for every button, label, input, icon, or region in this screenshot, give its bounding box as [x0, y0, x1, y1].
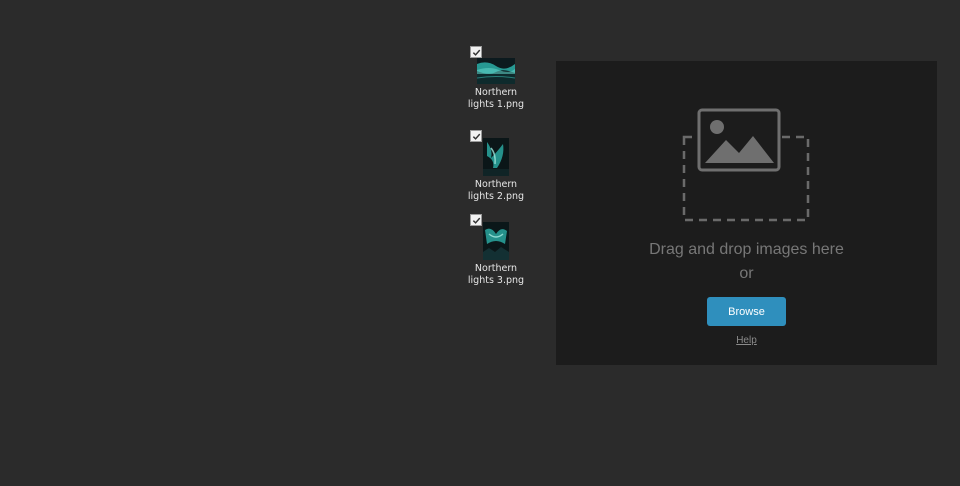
image-dropzone[interactable]: Drag and drop images here or Browse Help — [556, 61, 937, 365]
file-icon-northern-lights-1[interactable]: Northern lights 1.png — [464, 46, 528, 111]
image-thumbnail-icon — [477, 58, 515, 84]
file-name-label: Northern lights 3.png — [467, 263, 525, 286]
file-icon-northern-lights-3[interactable]: Northern lights 3.png — [464, 214, 528, 287]
dropzone-or-text: or — [739, 265, 754, 282]
dropzone-title: Drag and drop images here — [649, 241, 844, 258]
image-thumbnail-icon — [483, 222, 509, 260]
file-name-label: Northern lights 1.png — [467, 87, 525, 110]
file-name-label: Northern lights 2.png — [467, 179, 525, 202]
browse-button[interactable]: Browse — [707, 297, 786, 326]
file-checkbox[interactable] — [470, 46, 482, 58]
image-thumbnail-icon — [483, 138, 509, 176]
file-icon-northern-lights-2[interactable]: Northern lights 2.png — [464, 130, 528, 203]
help-link[interactable]: Help — [556, 335, 937, 346]
file-checkbox[interactable] — [470, 214, 482, 226]
desktop-area: Northern lights 1.png Northern lights 2.… — [0, 0, 960, 486]
image-placeholder-icon — [682, 108, 810, 222]
file-checkbox[interactable] — [470, 130, 482, 142]
